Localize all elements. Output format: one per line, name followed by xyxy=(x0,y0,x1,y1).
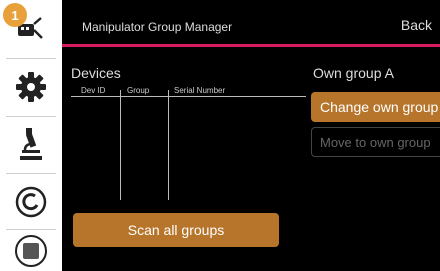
column-divider xyxy=(120,90,121,200)
sidebar-item-power[interactable] xyxy=(0,176,62,228)
change-own-group-button[interactable]: Change own group xyxy=(311,92,440,122)
back-button[interactable]: Back xyxy=(401,17,432,33)
sidebar-item-stop[interactable] xyxy=(0,230,62,271)
stop-icon xyxy=(15,234,47,267)
gear-icon xyxy=(16,72,46,102)
column-header-dev-id: Dev ID xyxy=(81,86,106,95)
sidebar-item-microscope[interactable] xyxy=(0,118,62,170)
devices-title: Devices xyxy=(71,65,121,81)
devices-table[interactable]: Dev ID Group Serial Number xyxy=(71,82,306,200)
power-icon xyxy=(15,186,47,218)
sidebar-item-settings[interactable] xyxy=(0,62,62,112)
sidebar-divider xyxy=(6,58,56,59)
move-to-own-group-button[interactable]: Move to own group xyxy=(311,127,440,157)
column-header-serial-number: Serial Number xyxy=(174,86,226,95)
column-header-group: Group xyxy=(127,86,150,95)
page-title: Manipulator Group Manager xyxy=(82,20,233,34)
notification-badge: 1 xyxy=(3,3,27,27)
own-group-title: Own group A xyxy=(313,65,394,81)
sidebar-divider xyxy=(6,173,56,174)
sidebar-divider xyxy=(6,116,56,117)
column-divider xyxy=(168,90,169,200)
microscope-icon xyxy=(20,128,42,160)
scan-all-groups-button[interactable]: Scan all groups xyxy=(73,213,279,247)
header: Manipulator Group Manager Back xyxy=(62,0,440,46)
sidebar: 1 xyxy=(0,0,62,271)
header-divider xyxy=(62,44,440,47)
table-header-divider xyxy=(71,96,306,97)
